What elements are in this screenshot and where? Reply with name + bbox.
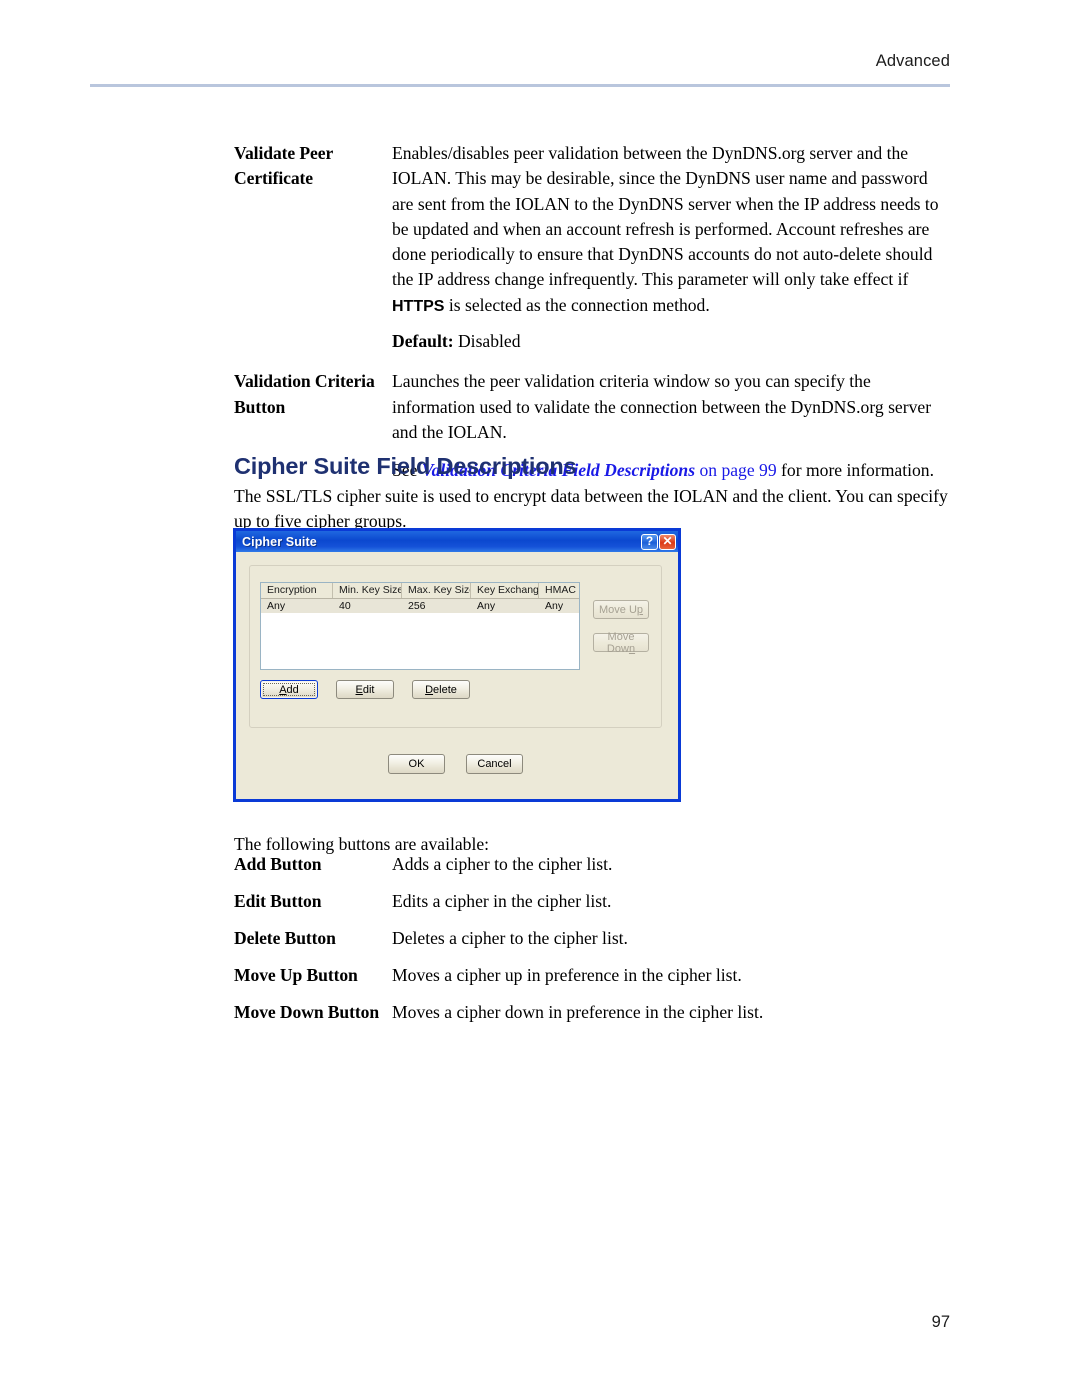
cipher-suite-dialog: Cipher Suite ? ✕ Encryption Min. Key Siz… bbox=[233, 528, 681, 802]
add-mnemonic: A bbox=[279, 683, 287, 696]
field-body-validate-peer-certificate: Enables/disables peer validation between… bbox=[392, 141, 950, 354]
button-description-label-delete: Delete Button bbox=[234, 928, 336, 948]
field-body-text-after: is selected as the connection method. bbox=[444, 294, 710, 315]
field-description-row-validate-peer-certificate: Validate Peer Certificate Enables/disabl… bbox=[234, 141, 950, 354]
move-down-button[interactable]: Move Down bbox=[593, 631, 649, 655]
edit-button[interactable]: Edit bbox=[336, 680, 394, 699]
button-description-label-move-up: Move Up Button bbox=[234, 965, 358, 985]
button-description-text-delete: Deletes a cipher to the cipher list. bbox=[392, 928, 628, 948]
field-description-list: Validate Peer Certificate Enables/disabl… bbox=[234, 141, 950, 484]
table-column-header-hmac[interactable]: HMAC bbox=[539, 583, 579, 598]
field-label-validation-criteria-button: Validation Criteria Button bbox=[234, 369, 392, 420]
button-description-text-move-up: Moves a cipher up in preference in the c… bbox=[392, 965, 742, 985]
delete-label-after: elete bbox=[433, 683, 457, 696]
table-cell-encryption: Any bbox=[267, 600, 286, 612]
dialog-title: Cipher Suite bbox=[242, 534, 317, 549]
field-label-line-1: Validate Peer bbox=[234, 143, 334, 163]
delete-mnemonic: D bbox=[425, 683, 434, 696]
move-up-label-before: Move U bbox=[598, 603, 637, 616]
table-column-header-key-exchange[interactable]: Key Exchange bbox=[471, 583, 539, 598]
field-body-emphasis-https: HTTPS bbox=[392, 297, 445, 315]
help-icon[interactable]: ? bbox=[641, 533, 658, 550]
table-header-row: Encryption Min. Key Size Max. Key Size K… bbox=[261, 583, 579, 599]
button-description-row-edit: Edit Button Edits a cipher in the cipher… bbox=[234, 889, 950, 926]
cross-reference-suffix: for more information. bbox=[776, 460, 934, 481]
add-label-after: dd bbox=[286, 683, 299, 696]
button-description-row-move-up: Move Up Button Moves a cipher up in pref… bbox=[234, 963, 950, 1000]
cross-reference-page: on page 99 bbox=[695, 460, 777, 481]
button-description-label-edit: Edit Button bbox=[234, 891, 322, 911]
table-cell-max-key-size: 256 bbox=[408, 600, 426, 612]
page-title: Cipher Suite Field Descriptions bbox=[234, 452, 577, 479]
field-body-paragraph: Launches the peer validation criteria wi… bbox=[392, 371, 932, 442]
dialog-body: Encryption Min. Key Size Max. Key Size K… bbox=[236, 552, 678, 799]
header-rule bbox=[90, 84, 950, 87]
button-description-text-edit: Edits a cipher in the cipher list. bbox=[392, 891, 612, 911]
table-cell-key-exchange: Any bbox=[477, 600, 496, 612]
button-description-row-delete: Delete Button Deletes a cipher to the ci… bbox=[234, 926, 950, 963]
move-up-mnemonic: p bbox=[636, 603, 644, 616]
table-column-header-encryption[interactable]: Encryption bbox=[261, 583, 333, 598]
table-cell-hmac: Any bbox=[545, 600, 564, 612]
ok-button[interactable]: OK bbox=[388, 754, 445, 774]
table-cell-min-key-size: 40 bbox=[339, 600, 351, 612]
field-body-text-before: Enables/disables peer validation between… bbox=[392, 143, 939, 290]
table-row[interactable]: Any 40 256 Any Any bbox=[261, 599, 579, 613]
button-description-list: Add Button Adds a cipher to the cipher l… bbox=[234, 852, 950, 1037]
delete-button[interactable]: Delete bbox=[412, 680, 470, 699]
add-button[interactable]: Add bbox=[260, 680, 318, 699]
dialog-title-bar[interactable]: Cipher Suite ? ✕ bbox=[236, 531, 678, 552]
field-default-value: Disabled bbox=[457, 331, 521, 352]
table-column-header-max-key-size[interactable]: Max. Key Size bbox=[402, 583, 471, 598]
field-default-label: Default: bbox=[392, 331, 454, 352]
field-default-line: Default: Disabled bbox=[392, 329, 950, 354]
field-label-validate-peer-certificate: Validate Peer Certificate bbox=[234, 141, 392, 192]
button-description-label-move-down: Move Down Button bbox=[234, 1002, 380, 1022]
field-label-line-2: Certificate bbox=[234, 168, 313, 189]
button-description-row-add: Add Button Adds a cipher to the cipher l… bbox=[234, 852, 950, 889]
move-down-mnemonic: n bbox=[628, 642, 636, 655]
close-icon[interactable]: ✕ bbox=[659, 533, 676, 550]
button-description-text-add: Adds a cipher to the cipher list. bbox=[392, 854, 613, 874]
button-description-row-move-down: Move Down Button Moves a cipher down in … bbox=[234, 1000, 950, 1037]
edit-label-after: dit bbox=[362, 683, 375, 696]
button-description-label-add: Add Button bbox=[234, 854, 322, 874]
cipher-table[interactable]: Encryption Min. Key Size Max. Key Size K… bbox=[260, 582, 580, 670]
move-up-button[interactable]: Move Up bbox=[593, 600, 649, 619]
field-label-line-2: Button bbox=[234, 396, 286, 417]
button-description-text-move-down: Moves a cipher down in preference in the… bbox=[392, 1002, 764, 1022]
field-body-paragraph: Enables/disables peer validation between… bbox=[392, 141, 950, 319]
table-column-header-min-key-size[interactable]: Min. Key Size bbox=[333, 583, 402, 598]
page-number: 97 bbox=[931, 1313, 950, 1331]
edit-mnemonic: E bbox=[355, 683, 363, 696]
cancel-button[interactable]: Cancel bbox=[466, 754, 523, 774]
field-label-line-1: Validation Criteria bbox=[234, 371, 375, 392]
running-head: Advanced bbox=[875, 52, 950, 70]
section-intro-paragraph: The SSL/TLS cipher suite is used to encr… bbox=[234, 485, 948, 531]
